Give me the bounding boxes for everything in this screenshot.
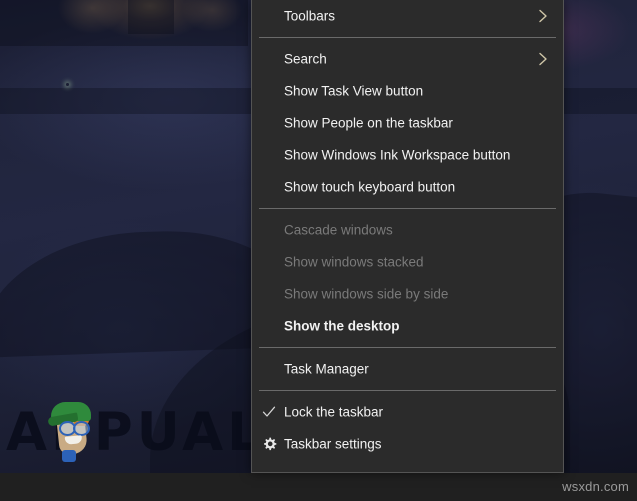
wallpaper-lit-doorway [128, 0, 174, 34]
menu-separator-line [259, 390, 556, 391]
menu-item-label: Show People on the taskbar [284, 115, 453, 131]
menu-item-toolbars[interactable]: Toolbars [252, 0, 563, 32]
menu-separator [252, 203, 563, 214]
menu-item-task-manager[interactable]: Task Manager [252, 353, 563, 385]
menu-separator [252, 385, 563, 396]
menu-item-show-the-desktop[interactable]: Show the desktop [252, 310, 563, 342]
menu-separator-line [259, 208, 556, 209]
menu-item-label: Taskbar settings [284, 436, 382, 452]
menu-item-taskbar-settings[interactable]: Taskbar settings [252, 428, 563, 460]
menu-separator-line [259, 347, 556, 348]
menu-item-label: Task Manager [284, 361, 369, 377]
menu-item-lock-the-taskbar[interactable]: Lock the taskbar [252, 396, 563, 428]
menu-item-label: Lock the taskbar [284, 404, 384, 420]
menu-item-label: Show touch keyboard button [284, 179, 456, 195]
menu-item-label: Show windows side by side [284, 286, 449, 302]
menu-item-label: Show windows stacked [284, 254, 424, 270]
menu-item-label: Cascade windows [284, 222, 393, 238]
taskbar-context-menu[interactable]: Toolbars Search Show Task View button Show … [251, 0, 564, 473]
menu-item-cascade-windows: Cascade windows [252, 214, 563, 246]
menu-item-show-windows-stacked: Show windows stacked [252, 246, 563, 278]
menu-item-label: Show Task View button [284, 83, 424, 99]
menu-separator-line [259, 37, 556, 38]
menu-item-label: Show Windows Ink Workspace button [284, 147, 511, 163]
menu-item-search[interactable]: Search [252, 43, 563, 75]
gear-icon [261, 436, 277, 452]
menu-item-label: Show the desktop [284, 318, 400, 334]
desktop-screen: APPUALS wsxdn.com Toolbars Search Show Tas… [0, 0, 637, 501]
site-watermark-text: wsxdn.com [562, 479, 629, 494]
windows-taskbar[interactable]: wsxdn.com [0, 473, 637, 501]
menu-item-show-people-on-the-taskbar[interactable]: Show People on the taskbar [252, 107, 563, 139]
wallpaper-building-roof [0, 0, 248, 46]
menu-item-show-task-view-button[interactable]: Show Task View button [252, 75, 563, 107]
menu-item-label: Toolbars [284, 8, 336, 24]
wallpaper-firefly [66, 83, 69, 86]
menu-separator [252, 342, 563, 353]
chevron-right-icon [537, 52, 549, 66]
checkmark-icon [261, 404, 277, 420]
menu-item-show-windows-side-by-side: Show windows side by side [252, 278, 563, 310]
menu-item-show-touch-keyboard-button[interactable]: Show touch keyboard button [252, 171, 563, 203]
menu-item-label: Search [284, 51, 327, 67]
menu-item-show-windows-ink-workspace-button[interactable]: Show Windows Ink Workspace button [252, 139, 563, 171]
menu-separator [252, 32, 563, 43]
chevron-right-icon [537, 9, 549, 23]
